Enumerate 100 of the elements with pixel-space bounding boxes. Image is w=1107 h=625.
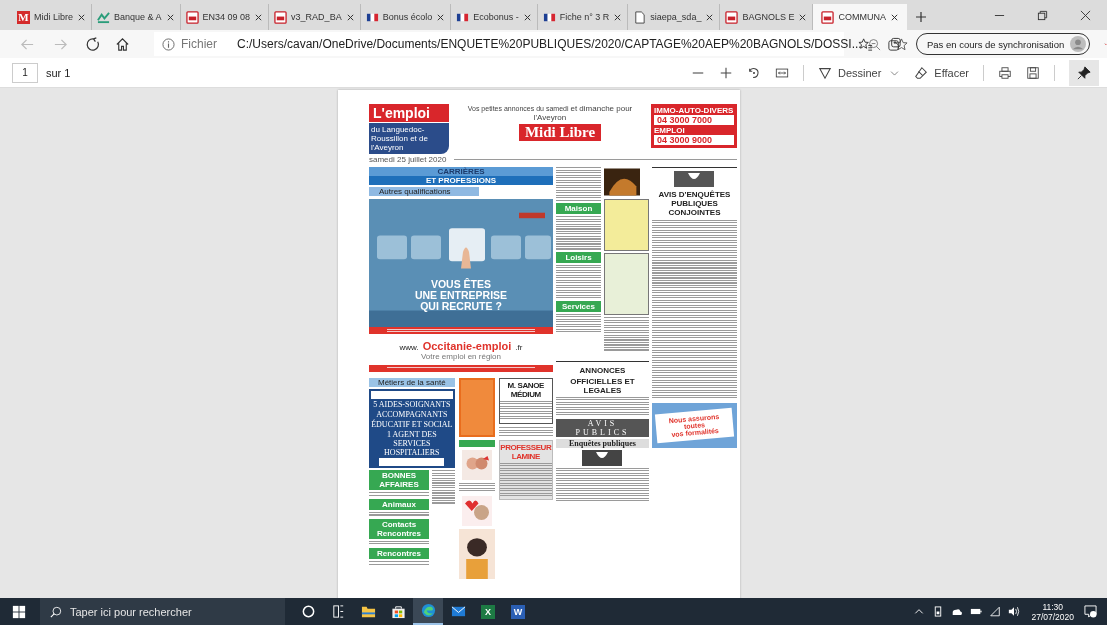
notification-icon[interactable] <box>1084 605 1097 618</box>
category-heading: Loisirs <box>556 252 601 263</box>
taskbar-app[interactable]: W <box>503 598 533 625</box>
folder-icon <box>360 604 376 619</box>
subsection-label: Autres qualifications <box>369 187 479 196</box>
ad-line: 1 AGENT DES SERVICES HOSPITALIERS <box>383 430 441 457</box>
page-count: sur 1 <box>46 66 71 79</box>
avis-title: PUBLICS <box>575 428 630 437</box>
pin-button[interactable] <box>1069 59 1099 86</box>
fit-page-icon[interactable] <box>774 65 789 80</box>
start-icon[interactable] <box>12 604 26 619</box>
body-text-drawing <box>556 167 601 201</box>
site-slogan: Votre emploi en région <box>419 352 503 361</box>
new-tab-icon[interactable] <box>914 11 927 23</box>
phone-label: IMMO-AUTO-DIVERS <box>654 106 734 115</box>
site-suffix: .fr <box>515 343 523 352</box>
official-title: OFFICIELLES ET LEGALES <box>569 377 636 395</box>
magazine-ad <box>458 378 495 437</box>
body-text-drawing <box>369 492 429 497</box>
ad-line: ACCOMPAGNANTS <box>376 410 448 419</box>
body-text-drawing <box>556 265 601 299</box>
info-icon <box>162 37 175 51</box>
pdf-icon <box>821 10 835 24</box>
battery-icon[interactable] <box>970 606 983 617</box>
rotate-icon[interactable] <box>746 65 761 80</box>
close-icon[interactable] <box>798 12 808 22</box>
zoom-icon[interactable] <box>867 37 881 51</box>
close-icon[interactable] <box>522 12 532 22</box>
ad-headline: QUI RECRUTE ? <box>420 301 502 312</box>
close-icon[interactable] <box>889 12 899 22</box>
clock[interactable]: 11:30 27/07/2020 <box>1031 601 1074 622</box>
collections-icon[interactable] <box>887 36 902 52</box>
taskbar-app[interactable]: X <box>473 598 503 625</box>
notice-title: AVIS D'ENQUÊTES PUBLIQUES CONJOINTES <box>657 190 732 217</box>
category-heading: Animaux <box>369 499 429 510</box>
category-heading-bar <box>458 440 495 447</box>
classified-ad <box>604 253 649 315</box>
home-icon[interactable] <box>115 36 130 52</box>
close-icon[interactable] <box>436 12 446 22</box>
ad-headline: VOUS ÊTES <box>430 279 492 290</box>
page-number-field[interactable]: 1 <box>12 62 38 83</box>
category-heading: BONNES AFFAIRES <box>369 470 429 490</box>
scheme-label: Fichier <box>181 37 217 51</box>
close-icon[interactable] <box>345 12 355 22</box>
refresh-icon[interactable] <box>86 36 101 52</box>
close-icon[interactable] <box>613 12 623 22</box>
ad-line: ÉDUCATIF ET SOCIAL <box>371 420 453 429</box>
task-view-icon <box>330 604 346 619</box>
category-heading: Services <box>556 301 601 312</box>
phone-label: EMPLOI <box>654 126 686 135</box>
document-icon <box>633 10 647 24</box>
bank-logo-icon <box>97 10 110 24</box>
body-text-drawing <box>498 427 553 437</box>
ad-headline: UNE ENTREPRISE <box>414 290 508 301</box>
logo-icon: M <box>17 10 30 24</box>
column-heading: Métiers de la santé <box>369 378 455 387</box>
pdf-icon <box>725 10 739 24</box>
zoom-in-icon[interactable] <box>718 65 733 80</box>
official-title: ANNONCES <box>579 366 626 375</box>
body-text-drawing <box>432 470 455 504</box>
avatar-icon <box>1070 36 1087 52</box>
browser-tab[interactable]: COMMUNA <box>813 4 907 30</box>
url-text: C:/Users/cavan/OneDrive/Documents/ENQUETE%20PUBLIQUES/2020/CAPTAGE%20AEP%20BAGNOLS/DOSSI... <box>237 37 862 51</box>
wifi-icon[interactable] <box>989 606 1002 617</box>
volume-icon[interactable] <box>1008 606 1021 617</box>
restore-icon[interactable] <box>1037 9 1048 21</box>
document-icon: W <box>511 604 525 619</box>
ad-title: PROFESSEUR LAMINE <box>499 443 552 461</box>
body-text-drawing <box>556 314 601 334</box>
body-text-drawing <box>604 317 649 351</box>
close-icon[interactable] <box>254 12 264 22</box>
body-text-drawing <box>379 458 445 466</box>
site-name: Occitanie-emploi <box>422 340 512 352</box>
close-icon[interactable] <box>165 12 175 22</box>
emblem-icon <box>582 450 623 466</box>
body-text-drawing <box>499 401 552 421</box>
issue-date: samedi 25 juillet 2020 <box>369 155 447 164</box>
save-icon[interactable] <box>1026 65 1040 80</box>
close-icon[interactable] <box>705 12 715 22</box>
pdf-icon <box>274 10 288 24</box>
star-icon[interactable] <box>894 37 908 51</box>
search-field[interactable]: Taper ici pour rechercher <box>40 598 285 625</box>
mail-icon <box>450 604 466 619</box>
ad-title: M. SANOE MÉDIUM <box>506 381 545 399</box>
erase-button[interactable]: Effacer <box>914 65 969 80</box>
draw-button[interactable]: Dessiner <box>817 65 882 80</box>
category-heading: Contacts Rencontres <box>369 519 429 539</box>
eraser-icon <box>914 65 929 80</box>
body-text-drawing <box>499 463 552 497</box>
phone-number: 04 3000 9000 <box>654 135 734 145</box>
pdf-icon <box>185 10 199 24</box>
circle-icon <box>300 604 316 619</box>
cloud-icon[interactable] <box>951 606 964 617</box>
search-icon <box>50 605 62 618</box>
close-icon[interactable] <box>77 12 86 22</box>
pen-icon <box>817 65 832 80</box>
browser-icon <box>420 603 436 618</box>
print-icon[interactable] <box>998 65 1012 80</box>
close-icon[interactable] <box>1080 9 1091 21</box>
body-text-drawing <box>458 483 495 493</box>
